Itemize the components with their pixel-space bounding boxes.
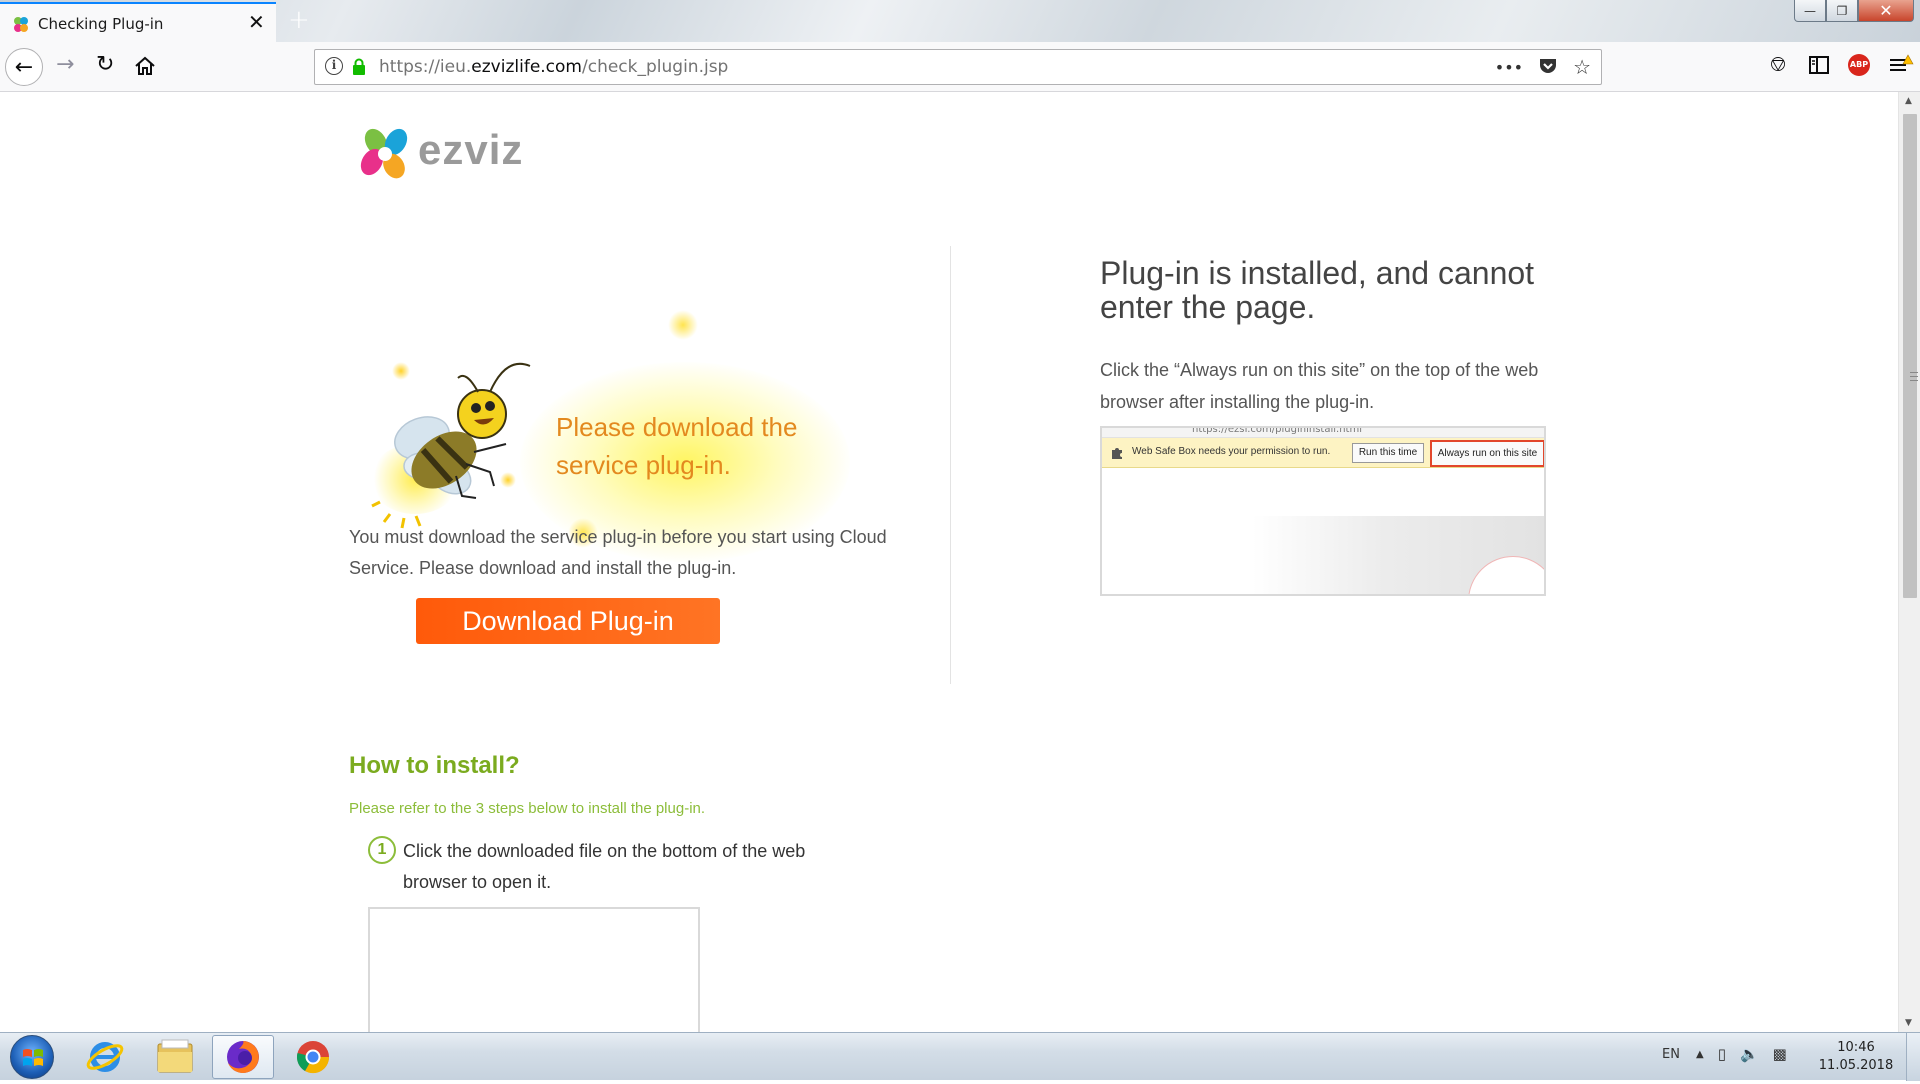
ezviz-flower-icon bbox=[360, 128, 408, 179]
logo-text: ezviz bbox=[418, 126, 524, 173]
url-actions: ••• ☆ bbox=[1495, 55, 1591, 81]
scroll-thumb[interactable] bbox=[1903, 114, 1918, 598]
tab-strip: Checking Plug-in ✕ + — ❐ ✕ bbox=[0, 0, 1920, 42]
installed-description: Click the “Always run on this site” on t… bbox=[1100, 360, 1539, 412]
scroll-down-icon[interactable]: ▼ bbox=[1905, 1018, 1912, 1028]
close-window-button[interactable]: ✕ bbox=[1858, 0, 1914, 22]
show-hidden-icons-icon[interactable]: ▲ bbox=[1696, 1045, 1704, 1065]
page-actions-icon[interactable]: ••• bbox=[1495, 55, 1523, 81]
tab-close-icon[interactable]: ✕ bbox=[248, 10, 265, 34]
scroll-up-icon[interactable]: ▲ bbox=[1905, 96, 1912, 106]
puzzle-piece-icon bbox=[1112, 448, 1122, 459]
forward-arrow-icon[interactable]: → bbox=[56, 52, 74, 77]
bee-icon bbox=[371, 362, 531, 529]
clock-date: 11.05.2018 bbox=[1818, 1058, 1894, 1073]
clock[interactable]: 10:46 11.05.2018 bbox=[1816, 1039, 1896, 1075]
taskbar: EN ▲ ▯ 🔈 ▩ 10:46 11.05.2018 bbox=[0, 1032, 1920, 1081]
menu-icon[interactable] bbox=[1888, 53, 1914, 76]
chrome-icon bbox=[296, 1041, 330, 1074]
tray-icons: ▲ ▯ 🔈 ▩ bbox=[1696, 1045, 1787, 1065]
library-icon[interactable]: ⎊ bbox=[1766, 52, 1790, 77]
step-1-image bbox=[368, 907, 700, 1032]
screenshot-permission-bar: Web Safe Box needs your permission to ru… bbox=[1102, 438, 1544, 468]
back-arrow-icon: ← bbox=[14, 54, 34, 80]
screenshot-address-bar: https://ezsf.com/plugininstall.html bbox=[1102, 428, 1544, 438]
bee-message-line1: Please download the bbox=[556, 412, 798, 442]
back-button[interactable]: ← bbox=[5, 48, 43, 86]
screenshot-always-run: Always run on this site bbox=[1430, 440, 1544, 467]
new-tab-button[interactable]: + bbox=[288, 5, 310, 35]
taskbar-chrome[interactable] bbox=[282, 1035, 344, 1079]
step-1-number: 1 bbox=[368, 836, 396, 864]
page-scrollbar[interactable]: ▲ ▼ bbox=[1898, 92, 1920, 1032]
taskbar-internet-explorer[interactable] bbox=[74, 1035, 136, 1079]
download-plugin-button[interactable]: Download Plug-in bbox=[416, 598, 720, 644]
howto-title: How to install? bbox=[349, 752, 520, 779]
instruction-screenshot: https://ezsf.com/plugininstall.html Web … bbox=[1100, 426, 1546, 596]
ezviz-favicon-icon bbox=[14, 17, 28, 32]
adblock-plus-icon[interactable]: ABP bbox=[1848, 53, 1870, 76]
taskbar-firefox[interactable] bbox=[212, 1035, 274, 1079]
show-desktop-button[interactable] bbox=[1906, 1033, 1920, 1081]
bee-illustration: Please download the service plug-in. bbox=[360, 222, 850, 562]
tab-title: Checking Plug-in bbox=[38, 15, 164, 33]
network-icon[interactable]: ▩ bbox=[1773, 1045, 1787, 1065]
screenshot-run-this-time: Run this time bbox=[1352, 443, 1424, 463]
tab-checking-plugin[interactable]: Checking Plug-in ✕ bbox=[0, 2, 276, 42]
download-instructions: You must download the service plug-in be… bbox=[349, 527, 887, 578]
internet-explorer-icon bbox=[86, 1042, 124, 1072]
step-1-text: Click the downloaded file on the bottom … bbox=[403, 841, 806, 892]
bee-message-line2: service plug-in. bbox=[556, 450, 731, 480]
url-prefix: https://ieu. bbox=[379, 57, 472, 77]
installed-title: Plug-in is installed, and cannot enter t… bbox=[1100, 255, 1535, 325]
bee-message: Please download the service plug-in. bbox=[556, 408, 797, 484]
url-path: /check_plugin.jsp bbox=[582, 57, 729, 77]
page-viewport: ezviz Please download the service plug-i… bbox=[0, 92, 1898, 1032]
minimize-button[interactable]: — bbox=[1794, 0, 1826, 22]
navigation-toolbar: ← → ↻ i https://ieu.ezvizlife.com/check_… bbox=[0, 42, 1920, 92]
pocket-icon[interactable] bbox=[1537, 55, 1559, 77]
toolbar-right: ⎊ ABP bbox=[1766, 52, 1914, 77]
firefox-icon bbox=[227, 1041, 259, 1073]
sidebar-icon[interactable] bbox=[1808, 55, 1830, 75]
site-info-icon[interactable]: i bbox=[325, 57, 343, 75]
glow-dot bbox=[668, 310, 698, 340]
battery-icon[interactable]: ▯ bbox=[1718, 1045, 1726, 1065]
start-button[interactable] bbox=[10, 1035, 54, 1079]
reload-icon[interactable]: ↻ bbox=[96, 52, 114, 77]
vertical-divider bbox=[950, 246, 951, 684]
howto-subtitle: Please refer to the 3 steps below to ins… bbox=[349, 800, 706, 817]
screenshot-permission-text: Web Safe Box needs your permission to ru… bbox=[1132, 446, 1331, 457]
url-text[interactable]: https://ieu.ezvizlife.com/check_plugin.j… bbox=[379, 57, 728, 77]
url-domain: ezvizlife.com bbox=[471, 57, 582, 77]
window-controls: — ❐ ✕ bbox=[1794, 0, 1914, 22]
clock-time: 10:46 bbox=[1837, 1040, 1875, 1055]
url-bar[interactable]: i https://ieu.ezvizlife.com/check_plugin… bbox=[314, 49, 1602, 85]
taskbar-file-explorer[interactable] bbox=[144, 1035, 206, 1079]
lock-icon[interactable] bbox=[352, 58, 366, 76]
language-indicator[interactable]: EN bbox=[1662, 1047, 1680, 1062]
restore-button[interactable]: ❐ bbox=[1826, 0, 1858, 22]
home-icon[interactable] bbox=[134, 56, 156, 76]
bookmark-star-icon[interactable]: ☆ bbox=[1573, 55, 1591, 81]
folder-icon bbox=[157, 1039, 193, 1073]
ezviz-logo[interactable]: ezviz bbox=[354, 124, 538, 184]
windows-logo-icon bbox=[23, 1049, 43, 1066]
scroll-grip-icon bbox=[1910, 372, 1918, 381]
volume-icon[interactable]: 🔈 bbox=[1740, 1045, 1759, 1065]
